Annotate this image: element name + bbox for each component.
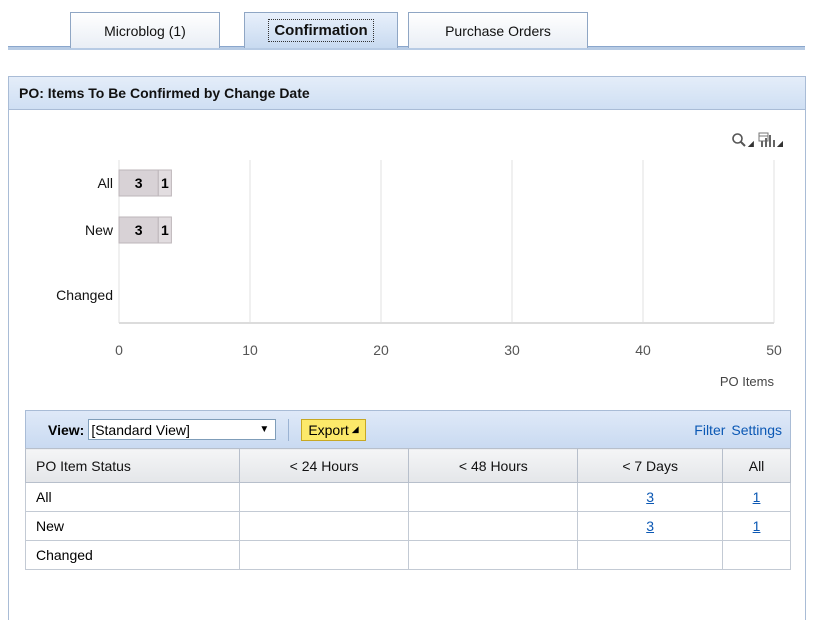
view-label: View: [48, 421, 85, 438]
h24-cell [238, 482, 410, 512]
x-tick-label: 20 [373, 342, 389, 358]
count-link[interactable]: 3 [646, 489, 654, 505]
tab-confirmation[interactable]: Confirmation [244, 12, 398, 48]
h24-cell [238, 511, 410, 541]
column-header[interactable]: PO Item Status [25, 448, 240, 483]
column-header[interactable]: All [722, 448, 791, 483]
table-row: New 3 1 [25, 511, 791, 541]
category-label: Changed [56, 287, 113, 303]
d7-cell: 3 [577, 511, 724, 541]
x-tick-label: 10 [242, 342, 258, 358]
po-items-chart: 0 10 20 30 40 50 PO Items All 3 1 New 3 1 Changed [56, 160, 782, 389]
d7-cell [577, 540, 724, 570]
d7-cell: 3 [577, 482, 724, 512]
category-label: All [97, 175, 113, 191]
tab-microblog[interactable]: Microblog (1) [70, 12, 220, 48]
table-row: Changed [25, 540, 791, 570]
count-link[interactable]: 3 [646, 518, 654, 534]
h48-cell [408, 540, 579, 570]
count-link[interactable]: 1 [753, 518, 761, 534]
table-row: All 3 1 [25, 482, 791, 512]
all-cell: 1 [722, 511, 791, 541]
count-link[interactable]: 1 [753, 489, 761, 505]
bar-data-label: 1 [161, 175, 169, 191]
tab-strip: Microblog (1) Confirmation Purchase Orde… [0, 0, 819, 50]
chart-area: ◢ ◢ 0 10 20 30 40 50 PO Items All 3 1 New 3 1 Changed [9, 110, 805, 410]
confirmation-panel: PO: Items To Be Confirmed by Change Date… [8, 76, 806, 620]
view-select[interactable]: [Standard View] ▼ [88, 419, 277, 440]
tab-microblog-label: Microblog (1) [104, 22, 186, 39]
status-cell: New [25, 511, 240, 541]
tab-purchase-orders-label: Purchase Orders [445, 22, 551, 39]
dropdown-triangle-icon: ◢ [351, 424, 359, 434]
h24-cell [238, 540, 410, 570]
status-cell: Changed [25, 540, 240, 570]
x-axis-label: PO Items [720, 374, 775, 389]
po-status-table: PO Item Status < 24 Hours < 48 Hours < 7… [25, 448, 791, 570]
bar-data-label: 1 [161, 222, 169, 238]
panel-title: PO: Items To Be Confirmed by Change Date [9, 76, 805, 110]
table-header-row: PO Item Status < 24 Hours < 48 Hours < 7… [25, 448, 791, 483]
column-header[interactable]: < 48 Hours [408, 448, 579, 483]
x-tick-label: 0 [115, 342, 123, 358]
export-button[interactable]: Export ◢ [301, 418, 366, 441]
bar-data-label: 3 [135, 222, 143, 238]
h48-cell [408, 482, 579, 512]
tab-purchase-orders[interactable]: Purchase Orders [408, 12, 588, 48]
chevron-down-icon: ▼ [259, 424, 270, 435]
table-toolbar: View: [Standard View] ▼ Export ◢ Filter … [25, 410, 791, 448]
x-tick-label: 30 [504, 342, 520, 358]
column-header[interactable]: < 24 Hours [238, 448, 410, 483]
toolbar-separator [288, 418, 290, 441]
tab-confirmation-label: Confirmation [268, 19, 374, 42]
settings-link[interactable]: Settings [731, 422, 782, 438]
view-select-value: [Standard View] [91, 421, 190, 438]
x-tick-label: 40 [635, 342, 651, 358]
export-label: Export [308, 421, 349, 438]
status-cell: All [25, 482, 240, 512]
all-cell: 1 [722, 482, 791, 512]
category-label: New [85, 222, 114, 238]
h48-cell [408, 511, 579, 541]
bar-data-label: 3 [135, 175, 143, 191]
filter-link[interactable]: Filter [694, 422, 725, 438]
all-cell [722, 540, 791, 570]
toolbar-links: Filter Settings [694, 422, 782, 438]
x-tick-label: 50 [766, 342, 782, 358]
column-header[interactable]: < 7 Days [577, 448, 724, 483]
